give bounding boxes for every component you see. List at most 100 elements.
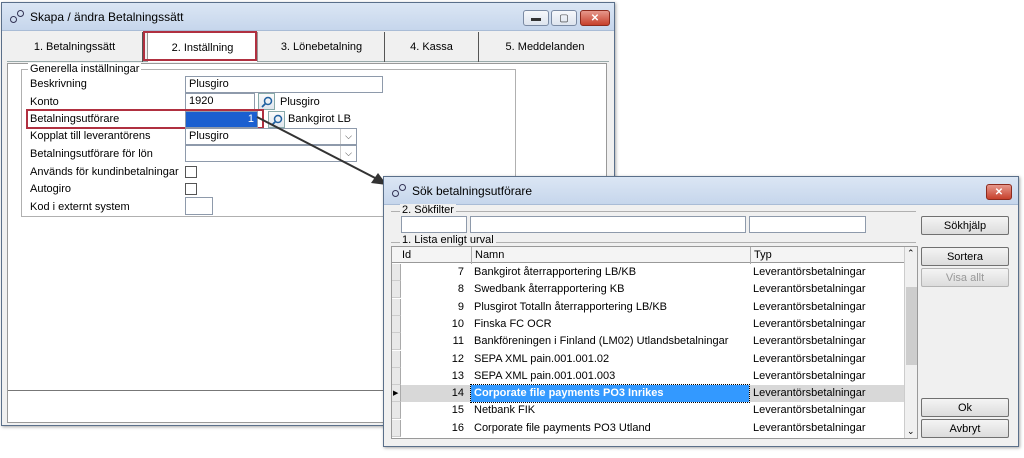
main-window-title: Skapa / ändra Betalningssätt [30, 9, 184, 24]
list-title: 1. Lista enligt urval [400, 234, 496, 246]
maximize-button[interactable]: ▢ [551, 10, 577, 26]
search-icon [260, 96, 272, 108]
table-row[interactable]: 9 Plusgirot Totalln återrapportering LB/K… [392, 298, 904, 316]
table-row[interactable]: 13 SEPA XML pain.001.001.003 Leverantörsbe… [392, 367, 904, 385]
cell-id: 7 [457, 266, 464, 278]
cell-typ: Leverantörsbetalningar [753, 404, 866, 417]
tab-betalningssatt[interactable]: 1. Betalningssätt [7, 32, 143, 62]
cell-typ: Leverantörsbetalningar [753, 421, 866, 434]
result-grid: Id Namn Typ 7 Bankgirot återrapportering … [391, 246, 918, 439]
cell-namn: Corporate file payments PO3 Utland [474, 421, 651, 434]
dialog-close-button[interactable]: ✕ [986, 184, 1012, 200]
grid-header: Id Namn Typ [392, 247, 904, 264]
filter-typ-input[interactable] [749, 216, 866, 233]
general-settings-title: Generella inställningar [28, 63, 142, 75]
cell-namn: Plusgirot Totalln återrapportering LB/KB [474, 300, 668, 313]
visa-allt-button: Visa allt [921, 268, 1009, 287]
filter-id-input[interactable] [401, 216, 467, 233]
filter-title: 2. Sökfilter [400, 204, 456, 216]
current-row-icon: ▶ [393, 390, 399, 398]
cell-namn: SEPA XML pain.001.001.02 [474, 352, 610, 365]
cell-namn: Netbank FIK [474, 404, 536, 417]
close-button[interactable]: ✕ [580, 10, 610, 26]
konto-description: Plusgiro [280, 96, 320, 108]
cell-id: 11 [452, 335, 464, 348]
kund-checkbox[interactable] [185, 166, 197, 178]
cell-namn: Swedbank återrapportering KB [474, 283, 625, 296]
cell-id: 9 [457, 300, 464, 313]
cell-typ: Leverantörsbetalningar [753, 352, 866, 365]
connector-arrow [256, 116, 387, 185]
table-row[interactable]: 16 Corporate file payments PO3 Utland Leve… [392, 419, 904, 437]
autogiro-checkbox[interactable] [185, 183, 197, 195]
utforare-input[interactable]: 1 [185, 111, 258, 128]
ok-button[interactable]: Ok [921, 398, 1009, 417]
table-row[interactable]: ▶ 14 Corporate file payments PO3 Inrikes Le… [392, 384, 904, 404]
app-icon [10, 9, 24, 24]
tab-meddelanden[interactable]: 5. Meddelanden [479, 32, 611, 62]
cell-namn: Corporate file payments PO3 Inrikes [470, 384, 750, 404]
cell-typ: Leverantörsbetalningar [753, 317, 866, 330]
kopplat-label: Kopplat till leverantörens [30, 130, 151, 142]
cell-typ: Leverantörsbetalningar [753, 266, 866, 278]
table-row[interactable]: 15 Netbank FIK Leverantörsbetalningar [392, 402, 904, 420]
cell-namn: Bankgirot återrapportering LB/KB [474, 266, 637, 278]
grid-body: 7 Bankgirot återrapportering LB/KB Leveran… [392, 264, 904, 438]
scroll-down-icon[interactable]: ⌄ [907, 426, 915, 437]
filter-group [391, 211, 916, 212]
cell-namn: SEPA XML pain.001.001.003 [474, 369, 616, 382]
cell-namn: Finska FC OCR [474, 317, 552, 330]
autogiro-label: Autogiro [30, 183, 71, 195]
cell-id: 15 [451, 404, 464, 417]
row-gutter [392, 315, 401, 333]
beskrivning-input[interactable]: Plusgiro [185, 76, 383, 93]
dialog-title: Sök betalningsutförare [412, 183, 533, 198]
cell-id: 16 [451, 421, 464, 434]
cell-typ: Leverantörsbetalningar [753, 387, 866, 400]
konto-input[interactable]: 1920 [185, 93, 255, 110]
column-header-id[interactable]: Id [402, 247, 472, 264]
row-gutter [392, 281, 401, 299]
cell-id: 14 [451, 387, 464, 400]
scroll-up-icon[interactable]: ⌃ [907, 248, 915, 259]
kund-label: Används för kundinbetalningar [30, 166, 179, 178]
avbryt-button[interactable]: Avbryt [921, 419, 1009, 438]
column-header-namn[interactable]: Namn [471, 247, 751, 264]
tab-strip: 1. Betalningssätt 2. Inställning 3. Löne… [7, 32, 609, 62]
scroll-thumb[interactable] [906, 287, 917, 365]
tab-highlight-box [143, 31, 257, 61]
row-gutter [392, 367, 401, 385]
row-gutter [392, 333, 401, 351]
cell-typ: Leverantörsbetalningar [753, 369, 866, 382]
search-dialog: Sök betalningsutförare ✕ 2. Sökfilter Sö… [383, 176, 1019, 447]
table-row[interactable]: 11 Bankföreningen i Finland (LM02) Utland… [392, 333, 904, 351]
dialog-title-bar: Sök betalningsutförare [384, 177, 1018, 205]
row-gutter: ▶ [392, 385, 401, 403]
table-row[interactable]: 12 SEPA XML pain.001.001.02 Leverantörsbet… [392, 350, 904, 368]
minimize-button[interactable]: ▬ [523, 10, 549, 26]
row-gutter [392, 298, 401, 316]
row-gutter [392, 264, 401, 281]
app-icon [392, 183, 406, 198]
cell-id: 12 [451, 352, 464, 365]
cell-typ: Leverantörsbetalningar [753, 283, 866, 296]
table-row[interactable]: 8 Swedbank återrapportering KB Leverantörs… [392, 281, 904, 299]
cell-id: 8 [457, 283, 464, 296]
konto-label: Konto [30, 96, 59, 108]
sortera-button[interactable]: Sortera [921, 247, 1009, 266]
beskrivning-label: Beskrivning [30, 78, 87, 90]
konto-search-button[interactable] [258, 93, 275, 110]
filter-namn-input[interactable] [470, 216, 746, 233]
kod-input[interactable] [185, 197, 213, 215]
row-gutter [392, 402, 401, 420]
column-header-typ[interactable]: Typ [750, 247, 904, 264]
cell-id: 10 [451, 317, 464, 330]
tab-lonebetalning[interactable]: 3. Lönebetalning [259, 32, 385, 62]
cell-typ: Leverantörsbetalningar [753, 300, 866, 313]
sokhjalp-button[interactable]: Sökhjälp [921, 216, 1009, 235]
table-row[interactable]: 7 Bankgirot återrapportering LB/KB Leveran… [392, 264, 904, 281]
grid-scrollbar[interactable]: ⌃ ⌄ [904, 247, 917, 438]
table-row[interactable]: 10 Finska FC OCR Leverantörsbetalningar [392, 315, 904, 333]
cell-namn: Bankföreningen i Finland (LM02) Utlandsb… [474, 335, 729, 348]
tab-kassa[interactable]: 4. Kassa [385, 32, 479, 62]
